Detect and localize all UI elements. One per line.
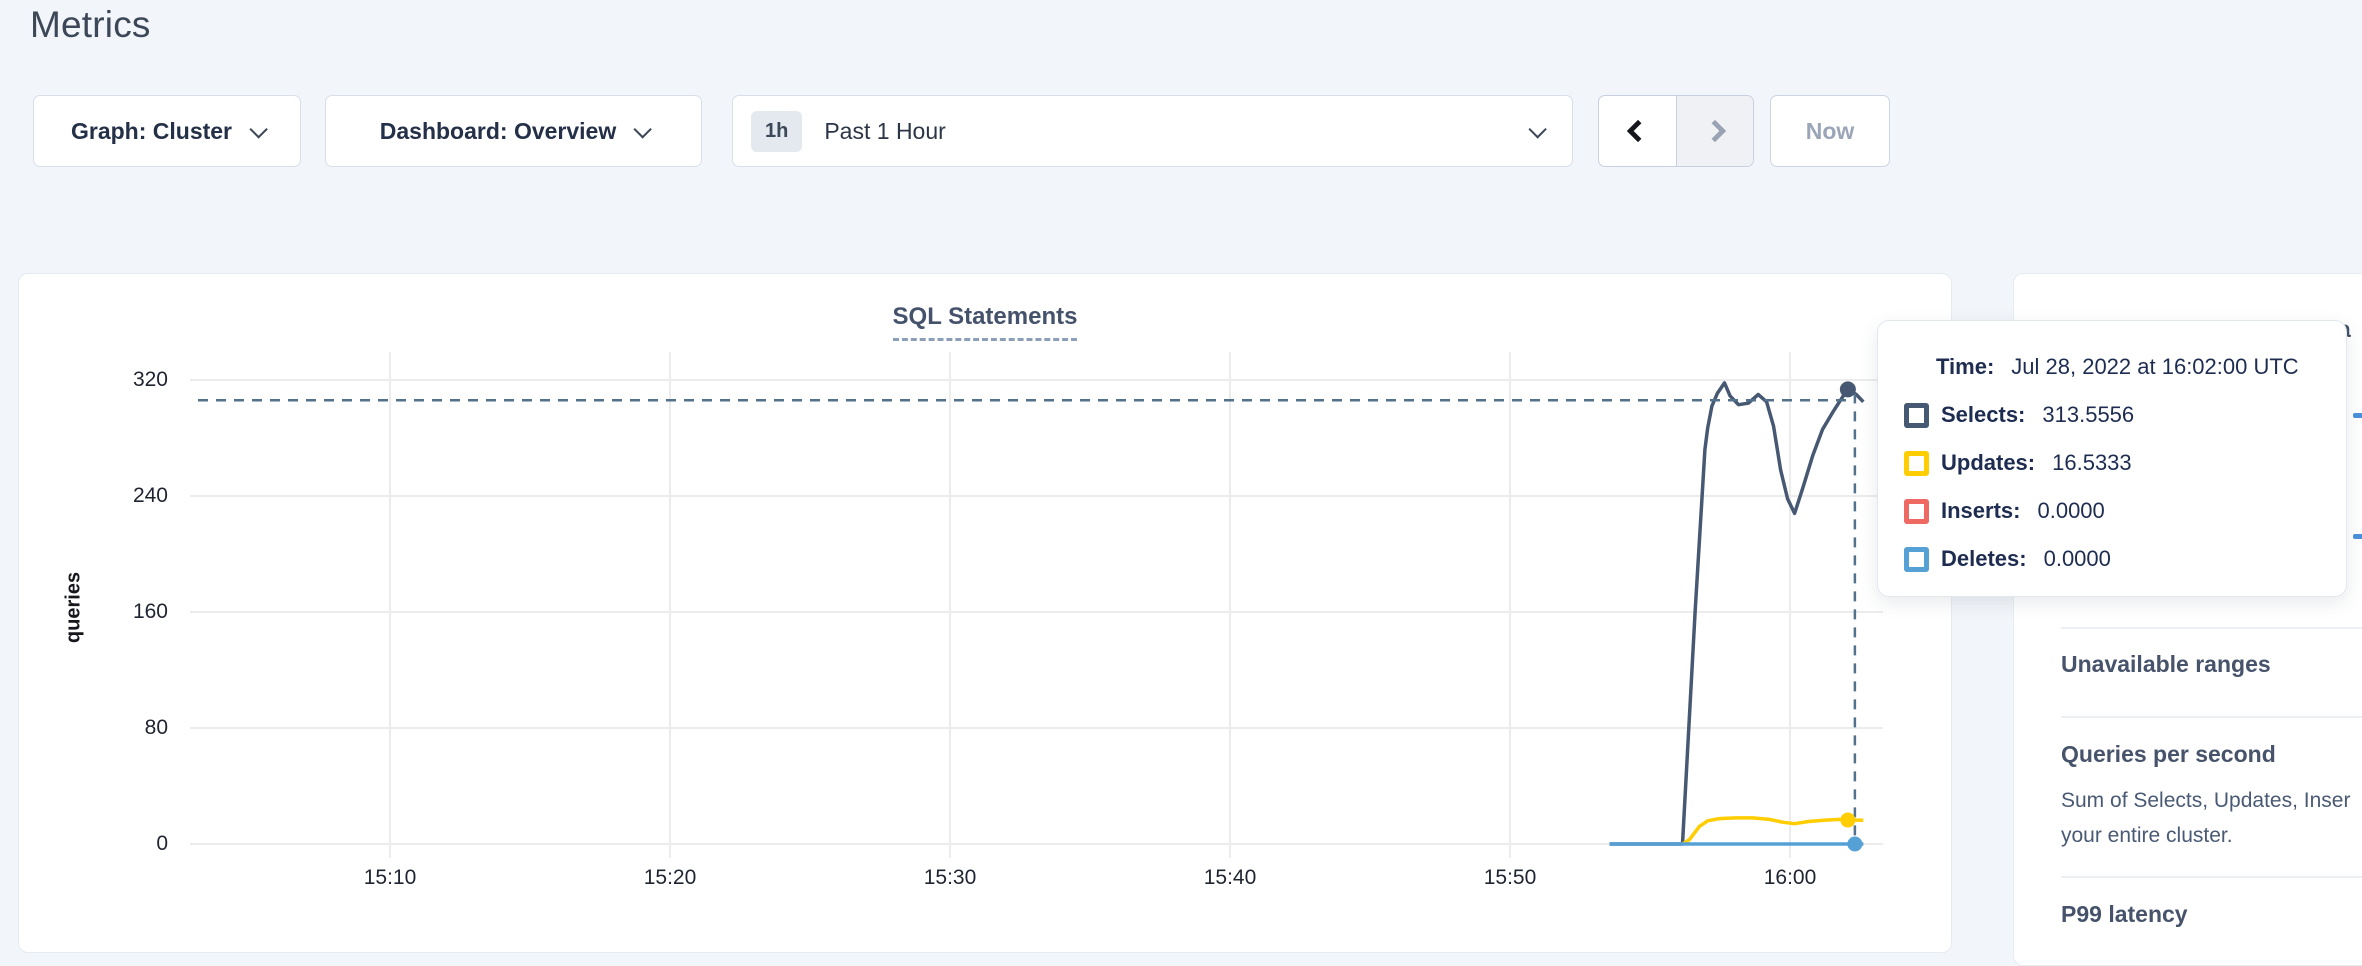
tooltip-series-label: Updates: xyxy=(1941,450,2035,476)
chart-title-wrap: SQL Statements xyxy=(18,303,1952,341)
graph-scope-dropdown-label: Graph: Cluster xyxy=(71,118,232,145)
sidebar-heading-queries-per-second: Queries per second xyxy=(2061,741,2276,768)
prev-time-window-button[interactable] xyxy=(1599,96,1676,166)
sidebar-divider xyxy=(2061,716,2362,718)
chevron-down-icon xyxy=(634,120,652,138)
chevron-right-icon xyxy=(1704,120,1727,143)
y-tick-label: 80 xyxy=(58,713,168,743)
tooltip-series-row: Deletes: 0.0000 xyxy=(1904,535,2346,583)
y-tick-label: 240 xyxy=(58,481,168,511)
deletes-legend-swatch-icon xyxy=(1904,547,1929,572)
x-tick-label: 16:00 xyxy=(1720,866,1860,890)
sidebar-description-line: your entire cluster. xyxy=(2061,824,2233,848)
x-tick-label: 15:10 xyxy=(320,866,460,890)
y-tick-label: 0 xyxy=(58,829,168,859)
page-title: Metrics xyxy=(30,4,151,46)
now-button[interactable]: Now xyxy=(1770,95,1890,167)
tooltip-time-value: Jul 28, 2022 at 16:02:00 UTC xyxy=(2011,354,2298,380)
dashboard-dropdown[interactable]: Dashboard: Overview xyxy=(325,95,702,167)
clipped-link-fragment xyxy=(2353,413,2362,418)
tooltip-series-value: 0.0000 xyxy=(2044,546,2111,572)
tooltip-series-row: Inserts: 0.0000 xyxy=(1904,487,2346,535)
sidebar-heading-unavailable-ranges: Unavailable ranges xyxy=(2061,651,2271,678)
sidebar-divider xyxy=(2061,627,2362,629)
tooltip-series-row: Updates: 16.5333 xyxy=(1904,439,2346,487)
tooltip-series-value: 0.0000 xyxy=(2037,498,2104,524)
next-time-window-button[interactable] xyxy=(1676,96,1753,166)
sidebar-divider xyxy=(2061,876,2362,878)
tooltip-time-row: Time: Jul 28, 2022 at 16:02:00 UTC xyxy=(1904,343,2346,391)
x-tick-label: 15:20 xyxy=(600,866,740,890)
y-axis-title: queries xyxy=(63,548,86,668)
selects-legend-swatch-icon xyxy=(1904,403,1929,428)
now-button-label: Now xyxy=(1806,118,1855,145)
time-range-badge: 1h xyxy=(751,111,802,152)
graph-scope-dropdown[interactable]: Graph: Cluster xyxy=(33,95,301,167)
updates-legend-swatch-icon xyxy=(1904,451,1929,476)
x-tick-label: 15:40 xyxy=(1160,866,1300,890)
tooltip-series-value: 313.5556 xyxy=(2042,402,2134,428)
metrics-page: Metrics Graph: Cluster Dashboard: Overvi… xyxy=(0,0,2362,966)
time-range-selector[interactable]: 1h Past 1 Hour xyxy=(732,95,1573,167)
chart-hover-tooltip: Time: Jul 28, 2022 at 16:02:00 UTC Selec… xyxy=(1877,320,2347,597)
time-range-label: Past 1 Hour xyxy=(824,118,945,145)
inserts-legend-swatch-icon xyxy=(1904,499,1929,524)
sidebar-description-line: Sum of Selects, Updates, Inser xyxy=(2061,789,2350,813)
dashboard-dropdown-label: Dashboard: Overview xyxy=(380,118,616,145)
tooltip-series-label: Selects: xyxy=(1941,402,2025,428)
sidebar-heading-p99-latency: P99 latency xyxy=(2061,901,2188,928)
y-tick-label: 320 xyxy=(58,365,168,395)
chevron-down-icon xyxy=(249,120,267,138)
chevron-down-icon xyxy=(1528,120,1546,138)
x-tick-label: 15:50 xyxy=(1440,866,1580,890)
sql-statements-chart-card xyxy=(18,273,1952,953)
clipped-link-fragment xyxy=(2353,534,2362,539)
tooltip-time-label: Time: xyxy=(1936,354,1994,380)
tooltip-series-label: Inserts: xyxy=(1941,498,2020,524)
tooltip-series-label: Deletes: xyxy=(1941,546,2027,572)
tooltip-series-row: Selects: 313.5556 xyxy=(1904,391,2346,439)
chevron-left-icon xyxy=(1626,120,1649,143)
tooltip-series-value: 16.5333 xyxy=(2052,450,2132,476)
time-window-nav xyxy=(1598,95,1754,167)
x-tick-label: 15:30 xyxy=(880,866,1020,890)
chart-title[interactable]: SQL Statements xyxy=(893,303,1078,341)
